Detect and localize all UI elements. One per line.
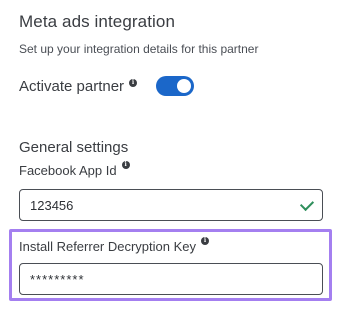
meta-ads-integration-panel: Meta ads integration Set up your integra… [0,0,345,311]
facebook-app-id-input[interactable]: 123456 [19,189,323,221]
info-icon[interactable]: i [121,161,130,169]
info-icon[interactable]: i [201,237,210,245]
activate-partner-label: Activate partner [19,77,125,95]
decryption-key-value: ********* [30,271,85,287]
activate-partner-toggle[interactable] [156,76,195,96]
activate-partner-row: Activate partner i [19,75,195,97]
page-title: Meta ads integration [19,12,176,31]
decryption-key-label: Install Referrer Decryption Key [19,239,197,254]
info-icon[interactable]: i [129,79,138,87]
decryption-key-input[interactable]: ********* [19,263,323,295]
general-settings-heading: General settings [19,139,129,156]
decryption-key-label-row: Install Referrer Decryption Key i [19,237,210,254]
facebook-app-id-label-row: Facebook App Id i [19,161,130,178]
facebook-app-id-value: 123456 [30,197,74,213]
page-subtitle: Set up your integration details for this… [19,42,259,56]
facebook-app-id-label: Facebook App Id [19,163,117,178]
toggle-knob [177,79,192,93]
check-icon [299,196,315,212]
